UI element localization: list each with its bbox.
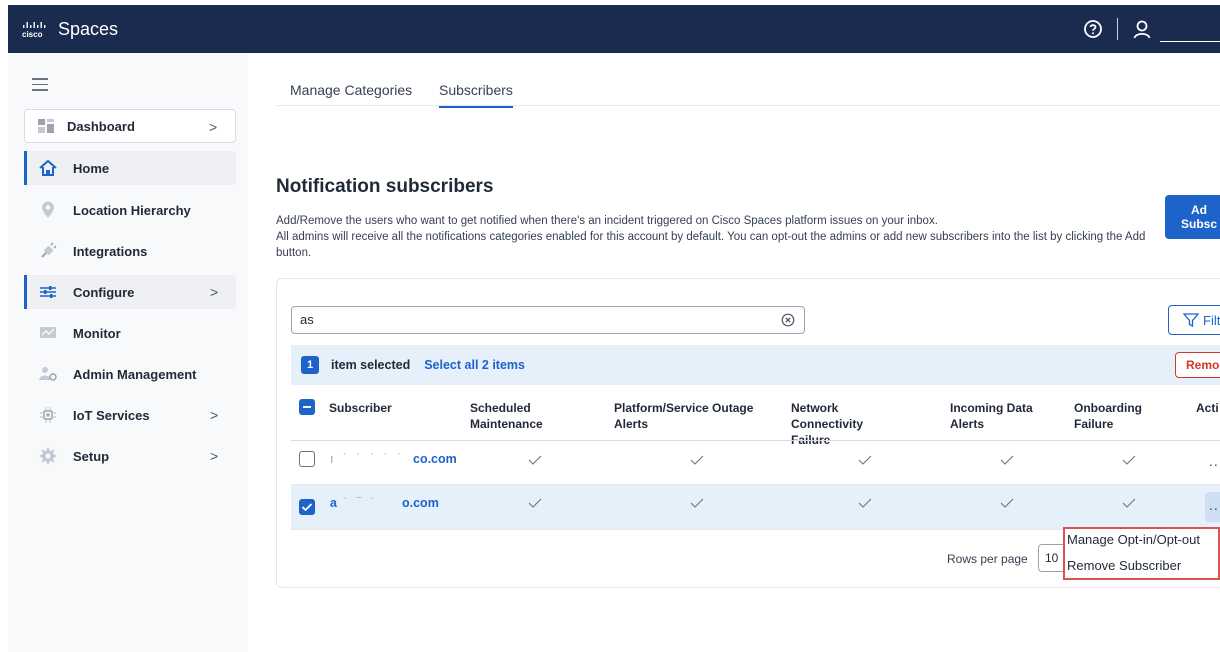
iot-chip-icon	[39, 406, 57, 424]
column-header-incoming-data[interactable]: Incoming Data Alerts	[950, 400, 1045, 432]
sidebar-item-integrations[interactable]: Integrations	[24, 234, 236, 268]
selection-bar: 1 item selected Select all 2 items	[291, 345, 1220, 385]
description-line-1: Add/Remove the users who want to get not…	[276, 215, 938, 227]
chevron-right-icon: >	[210, 407, 219, 423]
page-title: Notification subscribers	[276, 176, 494, 197]
check-icon	[1122, 498, 1136, 508]
sidebar-item-label: Integrations	[73, 243, 148, 259]
selected-count-badge: 1	[301, 356, 319, 374]
search-input[interactable]: as	[291, 306, 805, 334]
check-icon	[1000, 498, 1014, 508]
menu-item-remove-subscriber[interactable]: Remove Subscriber	[1067, 558, 1181, 573]
row-actions-dots: ..	[1209, 497, 1219, 513]
subscriber-email[interactable]: o.com	[402, 496, 439, 510]
sidebar-item-label: Configure	[73, 284, 135, 300]
subscriber-email-redacted: a ˙ ‾ ˙	[330, 496, 378, 510]
check-icon	[1122, 455, 1136, 465]
check-icon	[1000, 455, 1014, 465]
sidebar-item-label: Admin Management	[73, 366, 197, 382]
cisco-logo-icon: cisco	[22, 19, 50, 39]
top-bar: cisco Spaces	[8, 5, 1220, 53]
subscriber-email-redacted: ı ˙ ˙ ˙ ˙ ˙	[330, 452, 405, 466]
sidebar-item-configure[interactable]: Configure >	[24, 275, 236, 309]
row-checkbox-checked[interactable]	[299, 499, 315, 515]
svg-text:cisco: cisco	[22, 30, 43, 39]
sidebar-item-monitor[interactable]: Monitor	[24, 316, 236, 350]
selected-text: item selected	[331, 358, 411, 372]
row-actions-menu: Manage Opt-in/Opt-out Remove Subscriber	[1063, 527, 1220, 580]
tab-bar: Manage Categories Subscribers	[276, 70, 1220, 108]
filter-button[interactable]: Filt	[1168, 305, 1220, 335]
tab-manage-categories[interactable]: Manage Categories	[290, 82, 412, 98]
check-icon	[690, 498, 704, 508]
description-line-2: All admins will receive all the notifica…	[276, 231, 1146, 259]
menu-icon[interactable]	[32, 78, 48, 91]
page-description: Add/Remove the users who want to get not…	[276, 213, 1166, 261]
select-all-link[interactable]: Select all 2 items	[424, 358, 525, 372]
sidebar-item-label: Home	[73, 160, 110, 176]
sidebar-item-label: Setup	[73, 448, 110, 464]
check-icon	[858, 455, 872, 465]
check-icon	[690, 455, 704, 465]
home-icon	[39, 159, 57, 177]
admin-users-icon	[39, 365, 57, 383]
toolbar-divider	[1117, 18, 1118, 40]
sidebar-item-label: Dashboard	[67, 118, 135, 134]
add-button-label-2: Subsc	[1181, 217, 1218, 231]
dashboard-icon	[37, 117, 55, 135]
check-icon	[858, 498, 872, 508]
top-icons	[1083, 5, 1220, 53]
add-subscriber-button[interactable]: Ad Subsc	[1165, 195, 1220, 239]
clear-search-icon[interactable]	[781, 313, 795, 327]
column-header-actions[interactable]: Acti	[1196, 400, 1219, 416]
header-divider	[291, 440, 1220, 441]
sidebar-item-setup[interactable]: Setup >	[24, 439, 236, 473]
filter-icon	[1183, 313, 1199, 327]
column-header-scheduled-maintenance[interactable]: Scheduled Maintenance	[470, 400, 570, 432]
column-header-onboarding-failure[interactable]: Onboarding Failure	[1074, 400, 1154, 432]
row-actions-button[interactable]: ..	[1209, 453, 1219, 469]
monitor-icon	[39, 324, 57, 342]
add-button-label-1: Ad	[1191, 203, 1207, 217]
filter-label: Filt	[1203, 312, 1220, 328]
subscriber-email[interactable]: co.com	[413, 452, 457, 466]
user-name-field[interactable]	[1160, 40, 1220, 42]
rows-per-page-label: Rows per page	[947, 552, 1028, 566]
column-header-subscriber[interactable]: Subscriber	[329, 400, 392, 416]
chevron-right-icon: >	[210, 448, 219, 464]
sidebar-item-location-hierarchy[interactable]: Location Hierarchy	[24, 193, 236, 227]
sidebar-item-dashboard[interactable]: Dashboard >	[24, 109, 236, 143]
column-header-platform-outage[interactable]: Platform/Service Outage Alerts	[614, 400, 774, 432]
tab-subscribers[interactable]: Subscribers	[439, 82, 513, 108]
row-checkbox[interactable]	[299, 451, 315, 467]
chevron-right-icon: >	[210, 284, 219, 300]
logo[interactable]: cisco Spaces	[22, 19, 118, 40]
check-icon	[528, 498, 542, 508]
check-icon	[528, 455, 542, 465]
sidebar-item-home[interactable]: Home	[24, 151, 236, 185]
help-icon[interactable]	[1083, 19, 1103, 39]
sliders-icon	[39, 283, 57, 301]
gear-icon	[39, 447, 57, 465]
select-all-checkbox[interactable]	[299, 399, 315, 415]
remove-button[interactable]: Remo	[1175, 352, 1220, 378]
location-pin-icon	[39, 201, 57, 219]
plug-icon	[39, 242, 57, 260]
app-title: Spaces	[58, 18, 119, 39]
menu-item-manage-opt-in[interactable]: Manage Opt-in/Opt-out	[1067, 532, 1200, 547]
sidebar-item-admin-management[interactable]: Admin Management	[24, 357, 236, 391]
sidebar-item-label: IoT Services	[73, 407, 150, 423]
chevron-right-icon: >	[209, 119, 218, 135]
sidebar-item-label: Monitor	[73, 325, 121, 341]
user-icon[interactable]	[1132, 19, 1152, 39]
sidebar-item-label: Location Hierarchy	[73, 202, 191, 218]
sidebar-item-iot-services[interactable]: IoT Services >	[24, 398, 236, 432]
